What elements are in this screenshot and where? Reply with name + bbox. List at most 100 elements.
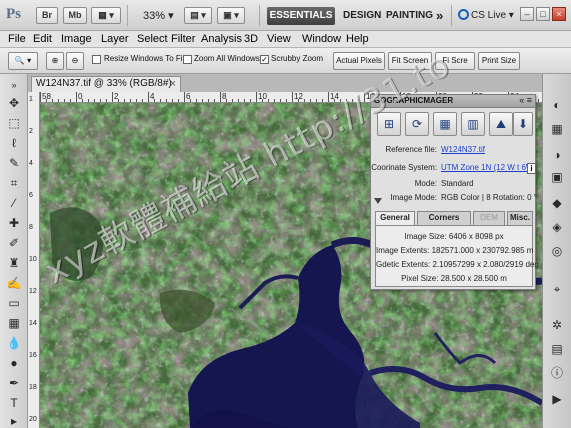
tab-general[interactable]: General [375, 211, 415, 225]
crop-tool-icon[interactable]: ⌗ [6, 176, 22, 190]
ruler-tick [190, 99, 191, 102]
tab-corners[interactable]: Corners [417, 211, 471, 225]
masks-panel-icon[interactable]: ▣ [549, 170, 565, 185]
actions-panel-icon[interactable]: ▶ [549, 392, 565, 407]
eraser-tool-icon[interactable]: ▭ [6, 296, 22, 310]
workspace-painting[interactable]: PAINTING [386, 10, 433, 21]
ruler-label: 16 [29, 352, 37, 359]
zoom-level[interactable]: 33% ▾ [143, 9, 174, 22]
disclosure-triangle-icon[interactable] [374, 198, 382, 204]
ruler-label: 1 [29, 96, 33, 103]
eyedropper-tool-icon[interactable]: ⁄ [6, 196, 22, 210]
layers-panel-icon[interactable]: ◆ [549, 196, 565, 211]
zoom-in-icon[interactable]: ⊕ [46, 52, 64, 70]
ruler-tick [64, 99, 65, 102]
menu-window[interactable]: Window [302, 33, 341, 45]
mini-bridge-button[interactable]: Mb [63, 7, 87, 24]
export-icon[interactable]: ⬇ [513, 112, 533, 136]
menu-3d[interactable]: 3D [244, 33, 258, 45]
ruler-tick [46, 99, 47, 102]
cs-live-icon [458, 9, 469, 20]
arrange-documents-button[interactable]: ▤ ▾ [184, 7, 212, 24]
tab-dem[interactable]: DEM [473, 211, 505, 225]
menu-edit[interactable]: Edit [33, 33, 52, 45]
menu-image[interactable]: Image [61, 33, 92, 45]
ruler-tick [124, 99, 125, 102]
move-tool-icon[interactable]: ✥ [6, 96, 22, 110]
transform-icon[interactable]: ⟳ [405, 112, 429, 136]
blur-tool-icon[interactable]: 💧 [6, 336, 22, 350]
ruler-tick [52, 99, 53, 102]
paths-panel-icon[interactable]: ◎ [549, 244, 565, 259]
lasso-tool-icon[interactable]: ℓ [6, 136, 22, 150]
image-size-text: Image Size: 6406 x 8098 px [404, 232, 504, 241]
zoom-out-icon[interactable]: ⊖ [66, 52, 84, 70]
panel-menu-icon[interactable]: « ≡ [519, 95, 532, 105]
path-selection-tool-icon[interactable]: ▸ [6, 414, 22, 428]
dodge-tool-icon[interactable]: ● [6, 356, 22, 370]
cs-live-button[interactable]: CS Live ▾ [458, 9, 514, 21]
vertical-ruler[interactable]: 1 2 4 6 8 10 12 14 16 18 20 [28, 92, 40, 428]
menu-filter[interactable]: Filter [171, 33, 195, 45]
geographic-imager-panel: GOGRAPHICMAGER « ≡ ⊞ ⟳ ▦ ▥ ⛰ ⬇ Reference… [370, 94, 539, 290]
ruler-tick [232, 99, 233, 102]
brush-tool-icon[interactable]: ✐ [6, 236, 22, 250]
gradient-tool-icon[interactable]: ▦ [6, 316, 22, 330]
menu-view[interactable]: View [267, 33, 291, 45]
adjustments-panel-icon[interactable]: ◑ [549, 148, 565, 163]
coordinate-info-button[interactable]: i [527, 163, 536, 174]
tile-icon[interactable]: ▥ [461, 112, 485, 136]
healing-brush-tool-icon[interactable]: ✚ [6, 216, 22, 230]
zoom-all-windows-checkbox[interactable] [183, 55, 192, 64]
channels-panel-icon[interactable]: ◈ [549, 220, 565, 235]
ruler-tick [214, 99, 215, 102]
collapse-toolbar-icon[interactable]: » [6, 78, 22, 92]
minimize-button[interactable]: – [520, 7, 534, 21]
menu-file[interactable]: File [8, 33, 26, 45]
import-dem-icon[interactable]: ⛰ [489, 112, 513, 136]
clone-stamp-tool-icon[interactable]: ♜ [6, 256, 22, 270]
close-document-icon[interactable]: × [170, 77, 176, 91]
swatches-panel-icon[interactable]: ▦ [549, 122, 565, 137]
coordinate-system-link[interactable]: UTM Zone 1N (12 W t 6W) [441, 163, 536, 172]
image-extents-text: Image Extents: 182571.000 x 230792.985 m [376, 246, 534, 255]
more-workspaces-button[interactable]: » [436, 8, 443, 23]
ruler-tick [250, 99, 251, 102]
maximize-button[interactable]: □ [536, 7, 550, 21]
ruler-label: 12 [29, 288, 37, 295]
workspace-essentials[interactable]: ESSENTIALS [267, 7, 335, 25]
ruler-label: 14 [29, 320, 37, 327]
zoom-value: 33% [143, 10, 166, 22]
resize-windows-checkbox[interactable] [92, 55, 101, 64]
color-panel-icon[interactable]: ◐ [549, 98, 565, 113]
reference-file-link[interactable]: W124N37.tif [441, 145, 485, 154]
bridge-button[interactable]: Br [36, 7, 58, 24]
menu-analysis[interactable]: Analysis [201, 33, 242, 45]
pen-tool-icon[interactable]: ✒ [6, 376, 22, 390]
brushes-panel-icon[interactable]: ✲ [549, 318, 565, 333]
ruler-tick [118, 99, 119, 102]
quick-selection-tool-icon[interactable]: ✎ [6, 156, 22, 170]
type-tool-icon[interactable]: T [6, 396, 22, 410]
document-tab[interactable]: W124N37.tif @ 33% (RGB/8#) × [31, 76, 181, 92]
marquee-tool-icon[interactable]: ⬚ [6, 116, 22, 130]
screen-mode-button[interactable]: ▣ ▾ [217, 7, 245, 24]
info-panel-icon[interactable]: ⓘ [549, 366, 565, 381]
ruler-tick [136, 99, 137, 102]
history-panel-icon[interactable]: ▤ [549, 342, 565, 357]
options-bar: 🔍 ▾ ⊕ ⊖ Resize Windows To Fit Zoom All W… [0, 48, 571, 74]
mode-value: Standard [441, 179, 474, 188]
workspace-design[interactable]: DESIGN [343, 10, 381, 21]
menu-help[interactable]: Help [346, 33, 369, 45]
menu-layer[interactable]: Layer [101, 33, 129, 45]
tool-preset-picker[interactable]: 🔍 ▾ [8, 52, 38, 70]
menu-select[interactable]: Select [137, 33, 168, 45]
geographic-imager-panel-icon[interactable]: ⌖ [549, 282, 565, 297]
scrubby-zoom-checkbox[interactable]: ✓ [260, 55, 269, 64]
mosaic-icon[interactable]: ▦ [433, 112, 457, 136]
tab-misc[interactable]: Misc. [507, 211, 533, 225]
history-brush-tool-icon[interactable]: ✍ [6, 276, 22, 290]
close-button[interactable]: × [552, 7, 566, 21]
view-extras-button[interactable]: ▦ ▾ [91, 7, 121, 24]
print-size-button[interactable]: Print Size [478, 52, 520, 70]
